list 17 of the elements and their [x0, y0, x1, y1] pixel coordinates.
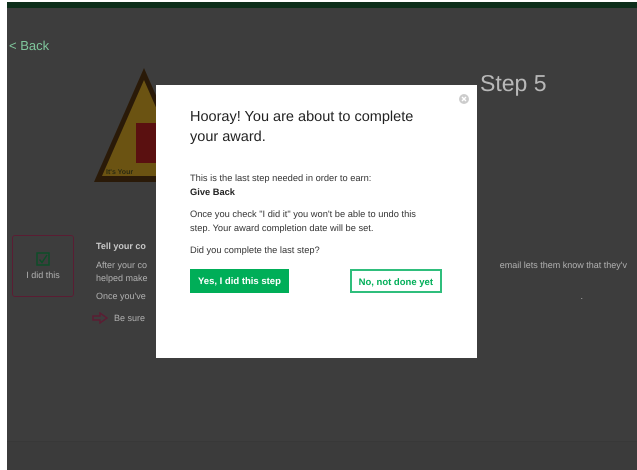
decline-button[interactable]: No, not done yet	[350, 269, 442, 293]
award-name: Give Back	[190, 186, 236, 199]
tip-text: Be sure	[114, 313, 146, 323]
arrow-icon	[92, 312, 108, 324]
close-icon[interactable]	[459, 94, 469, 104]
warning-text: Once you check "I did it" you won't be able to undo this step. Your award completion date will be set.	[190, 208, 417, 235]
step-heading: Tell your co	[96, 241, 146, 251]
step-paragraph: helped make	[96, 273, 148, 283]
question-text: Did you complete the last step?	[190, 244, 321, 257]
step-paragraph: After your co	[96, 260, 148, 272]
i-did-this-button[interactable]: I did this	[12, 235, 74, 297]
step-note: .	[580, 291, 583, 303]
confirm-button[interactable]: Yes, I did this step	[190, 269, 289, 293]
step-title: Step 5	[480, 70, 546, 98]
step-paragraph: email lets them know that they'v	[500, 260, 627, 272]
step-note: Once you've	[96, 291, 146, 303]
back-link[interactable]: < Back	[9, 38, 50, 53]
